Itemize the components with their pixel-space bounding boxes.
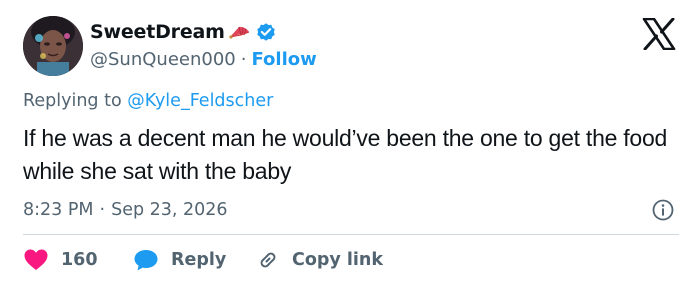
name-row: SweetDream <box>90 17 277 47</box>
display-name[interactable]: SweetDream <box>90 21 225 43</box>
avatar-image <box>23 16 83 76</box>
like-button[interactable]: 160 <box>23 248 133 272</box>
reply-button[interactable]: Reply <box>133 248 256 272</box>
replying-to-line: Replying to @Kyle_Feldscher <box>23 91 273 111</box>
tweet-timestamp[interactable]: 8:23 PM · Sep 23, 2026 <box>23 197 228 223</box>
tweet-time[interactable]: 8:23 PM <box>23 200 94 220</box>
separator-dot: · <box>99 200 106 220</box>
divider <box>23 234 679 235</box>
info-icon[interactable] <box>651 198 675 222</box>
handle-row: @SunQueen000 · Follow <box>90 45 317 73</box>
reply-label: Reply <box>171 250 227 270</box>
like-count: 160 <box>61 250 98 270</box>
verified-badge-icon <box>255 21 277 43</box>
speech-bubble-icon <box>133 248 159 272</box>
tweet-date[interactable]: Sep 23, 2026 <box>111 200 227 220</box>
reply-mention-link[interactable]: @Kyle_Feldscher <box>127 91 273 111</box>
user-handle[interactable]: @SunQueen000 <box>90 49 236 70</box>
copy-link-label: Copy link <box>292 250 383 270</box>
x-logo-icon[interactable] <box>642 17 676 51</box>
tweet-card: SweetDream @SunQueen000 · Follow Replyin… <box>0 0 700 287</box>
action-bar: 160 Reply Copy link <box>23 245 383 275</box>
follow-button[interactable]: Follow <box>251 49 316 70</box>
link-icon <box>256 248 280 272</box>
avatar[interactable] <box>23 16 83 76</box>
separator-dot: · <box>240 48 247 70</box>
copy-link-button[interactable]: Copy link <box>256 248 383 272</box>
heart-icon <box>23 248 49 272</box>
tweet-text: If he was a decent man he would’ve been … <box>23 125 668 184</box>
fan-emoji-icon <box>227 23 251 41</box>
replying-to-prefix: Replying to <box>23 91 122 111</box>
